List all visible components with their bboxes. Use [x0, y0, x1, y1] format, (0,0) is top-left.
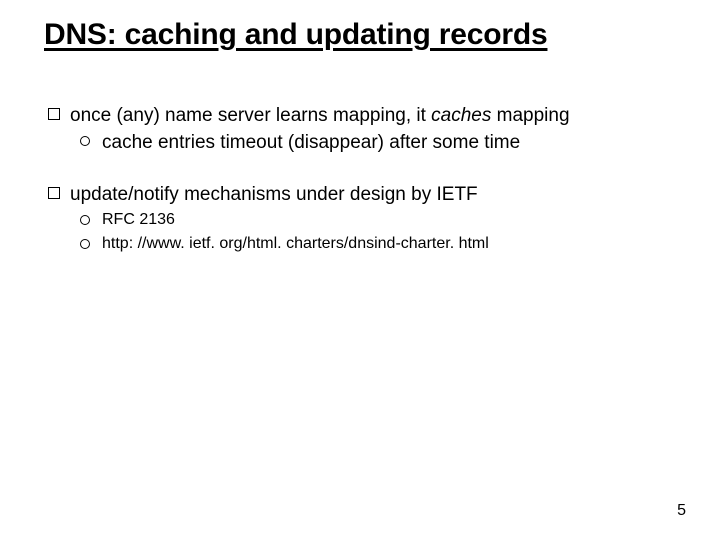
list-item: http: //www. ietf. org/html. charters/dn…	[76, 233, 680, 255]
page-title: DNS: caching and updating records	[44, 18, 680, 53]
list-item: RFC 2136	[76, 209, 680, 231]
sub-list: cache entries timeout (disappear) after …	[76, 130, 680, 156]
bullet-text: update/notify mechanisms under design by…	[70, 184, 478, 205]
bullet-text: once (any) name server learns mapping, i…	[70, 105, 570, 126]
list-item: cache entries timeout (disappear) after …	[76, 130, 680, 156]
slide: DNS: caching and updating records once (…	[0, 0, 720, 540]
sub-list: RFC 2136http: //www. ietf. org/html. cha…	[76, 209, 680, 254]
list-item: once (any) name server learns mapping, i…	[44, 103, 680, 156]
list-item: update/notify mechanisms under design by…	[44, 182, 680, 255]
page-number: 5	[677, 502, 686, 520]
bullet-list: once (any) name server learns mapping, i…	[44, 103, 680, 255]
